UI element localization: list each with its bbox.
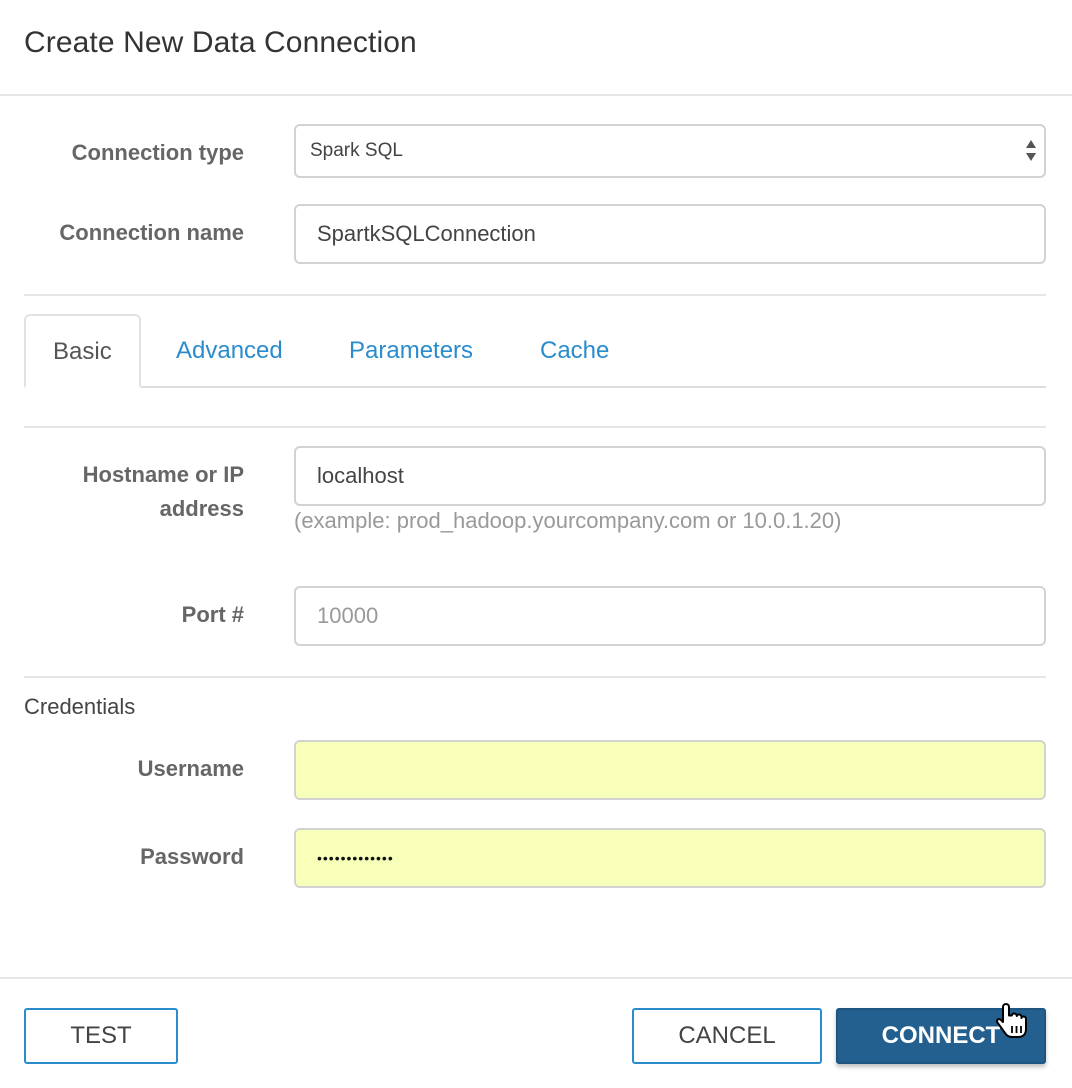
cancel-button[interactable]: CANCEL — [632, 1008, 822, 1064]
connection-type-label: Connection type — [71, 140, 244, 165]
tab-bar: Basic Advanced Parameters Cache — [24, 314, 1046, 388]
hostname-value: localhost — [317, 463, 404, 488]
dialog-title: Create New Data Connection — [24, 26, 417, 59]
hostname-label-line1: Hostname or IP — [82, 462, 244, 487]
username-input[interactable] — [294, 740, 1046, 800]
port-label: Port # — [181, 602, 244, 627]
hostname-hint: (example: prod_hadoop.yourcompany.com or… — [294, 508, 842, 533]
divider — [24, 294, 1046, 296]
hostname-input[interactable]: localhost — [294, 446, 1046, 506]
select-arrows-icon — [1026, 140, 1036, 164]
credentials-section-title: Credentials — [24, 694, 136, 719]
connection-name-label: Connection name — [59, 220, 244, 245]
dialog-header: Create New Data Connection — [0, 0, 1072, 96]
connection-type-select[interactable]: Spark SQL — [294, 124, 1046, 178]
footer-divider — [0, 977, 1072, 979]
hand-pointer-cursor-icon — [996, 1003, 1027, 1038]
connection-name-input[interactable]: SpartkSQLConnection — [294, 204, 1046, 264]
username-label: Username — [137, 756, 244, 781]
password-input[interactable]: ••••••••••••• — [294, 828, 1046, 888]
divider — [24, 676, 1046, 678]
port-placeholder: 10000 — [317, 603, 379, 628]
tab-parameters[interactable]: Parameters — [349, 314, 473, 388]
hostname-label-line2: address — [159, 496, 244, 521]
password-label: Password — [140, 844, 244, 869]
connection-name-value: SpartkSQLConnection — [317, 221, 536, 246]
tab-advanced[interactable]: Advanced — [176, 314, 283, 388]
test-button[interactable]: TEST — [24, 1008, 178, 1064]
divider — [24, 426, 1046, 428]
password-masked-value: ••••••••••••• — [317, 850, 394, 866]
connection-type-value: Spark SQL — [310, 140, 403, 161]
port-input[interactable]: 10000 — [294, 586, 1046, 646]
hostname-label: Hostname or IP address — [83, 458, 244, 526]
tab-cache[interactable]: Cache — [540, 314, 609, 388]
tab-basic[interactable]: Basic — [24, 314, 141, 388]
